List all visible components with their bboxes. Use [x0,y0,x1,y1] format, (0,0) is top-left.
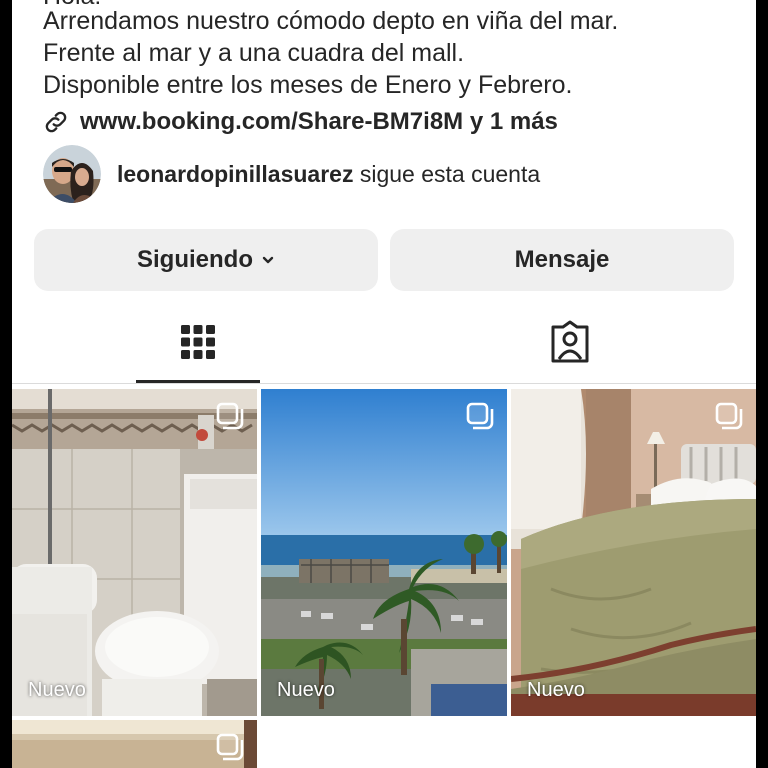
followed-by-row[interactable]: leonardopinillasuarez sigue esta cuenta [43,144,540,204]
post-tile-1[interactable]: Nuevo [12,389,257,716]
multi-photo-icon [215,401,245,436]
avatar[interactable] [43,145,101,203]
multi-photo-icon [215,732,245,767]
bio-link[interactable]: www.booking.com/Share-BM7i8M y 1 más [42,106,558,138]
chevron-down-icon [261,246,275,274]
following-label: Siguiendo [137,246,253,273]
post-badge: Nuevo [527,679,585,701]
post-image-bathroom [12,389,257,716]
post-image-bedroom [511,389,756,716]
message-button[interactable]: Mensaje [390,229,734,291]
tab-divider [12,383,756,384]
grid-icon [180,324,216,365]
followed-by-suffix: sigue esta cuenta [353,160,541,187]
profile-screen: Hola! Arrendamos nuestro cómodo depto en… [12,0,756,768]
bio-line-2: Frente al mar y a una cuadra del mall. [43,39,465,67]
following-button[interactable]: Siguiendo [34,229,378,291]
tagged-person-icon [547,319,593,370]
post-tile-4[interactable] [12,720,257,768]
tab-tagged[interactable] [508,302,632,386]
post-tile-3[interactable]: Nuevo [511,389,756,716]
followed-by-username[interactable]: leonardopinillasuarez [117,161,353,187]
tab-posts-grid[interactable] [136,302,260,386]
bio-line-3: Disponible entre los meses de Enero y Fe… [43,71,573,99]
post-badge: Nuevo [277,679,335,701]
link-text[interactable]: www.booking.com/Share-BM7i8M y 1 más [80,108,558,136]
post-image-sea-view [261,389,507,716]
post-badge: Nuevo [28,679,86,701]
bio-line-1: Arrendamos nuestro cómodo depto en viña … [43,7,619,35]
message-label: Mensaje [514,246,610,273]
post-tile-2[interactable]: Nuevo [261,389,507,716]
followed-by-text: leonardopinillasuarez sigue esta cuenta [117,161,540,188]
multi-photo-icon [465,401,495,436]
multi-photo-icon [714,401,744,436]
link-icon [42,108,70,136]
